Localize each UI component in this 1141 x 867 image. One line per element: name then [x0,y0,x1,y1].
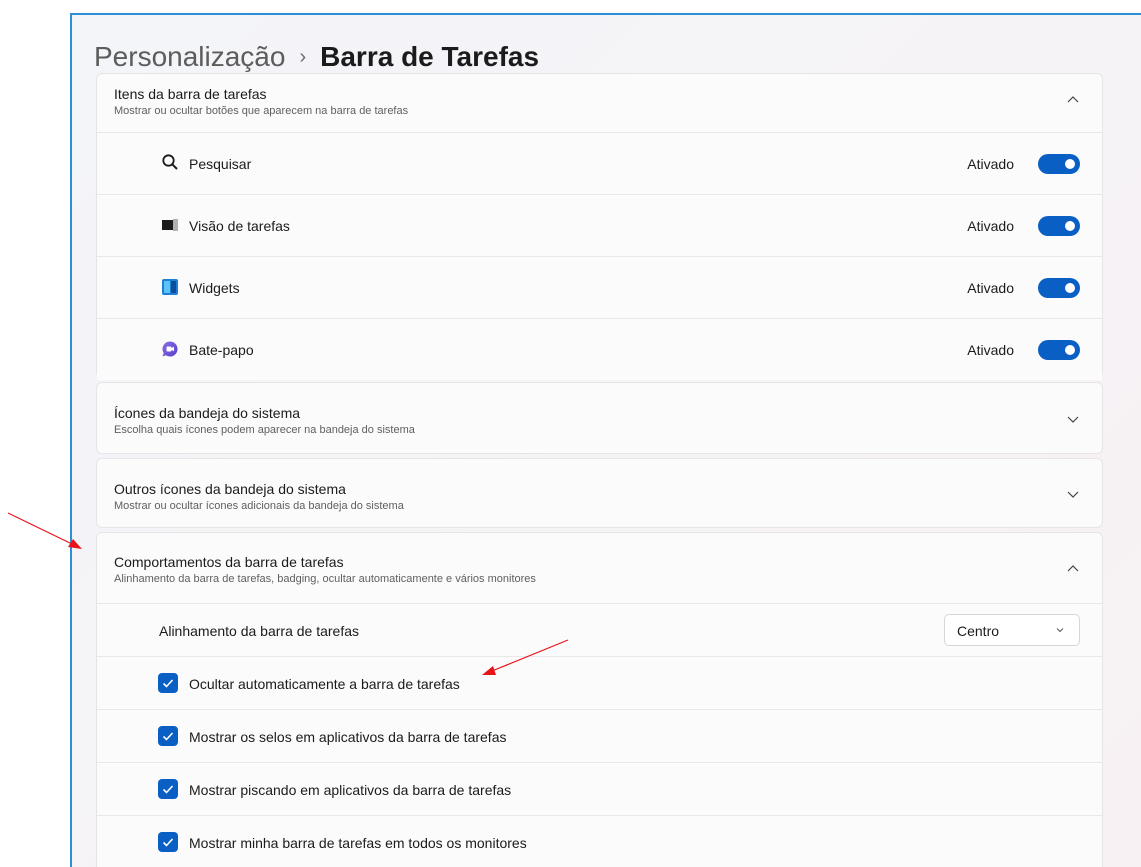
annotation-arrow-behaviors [7,512,82,549]
annotation-arrow-auto-hide [482,639,569,675]
annotation-arrows [7,512,569,675]
